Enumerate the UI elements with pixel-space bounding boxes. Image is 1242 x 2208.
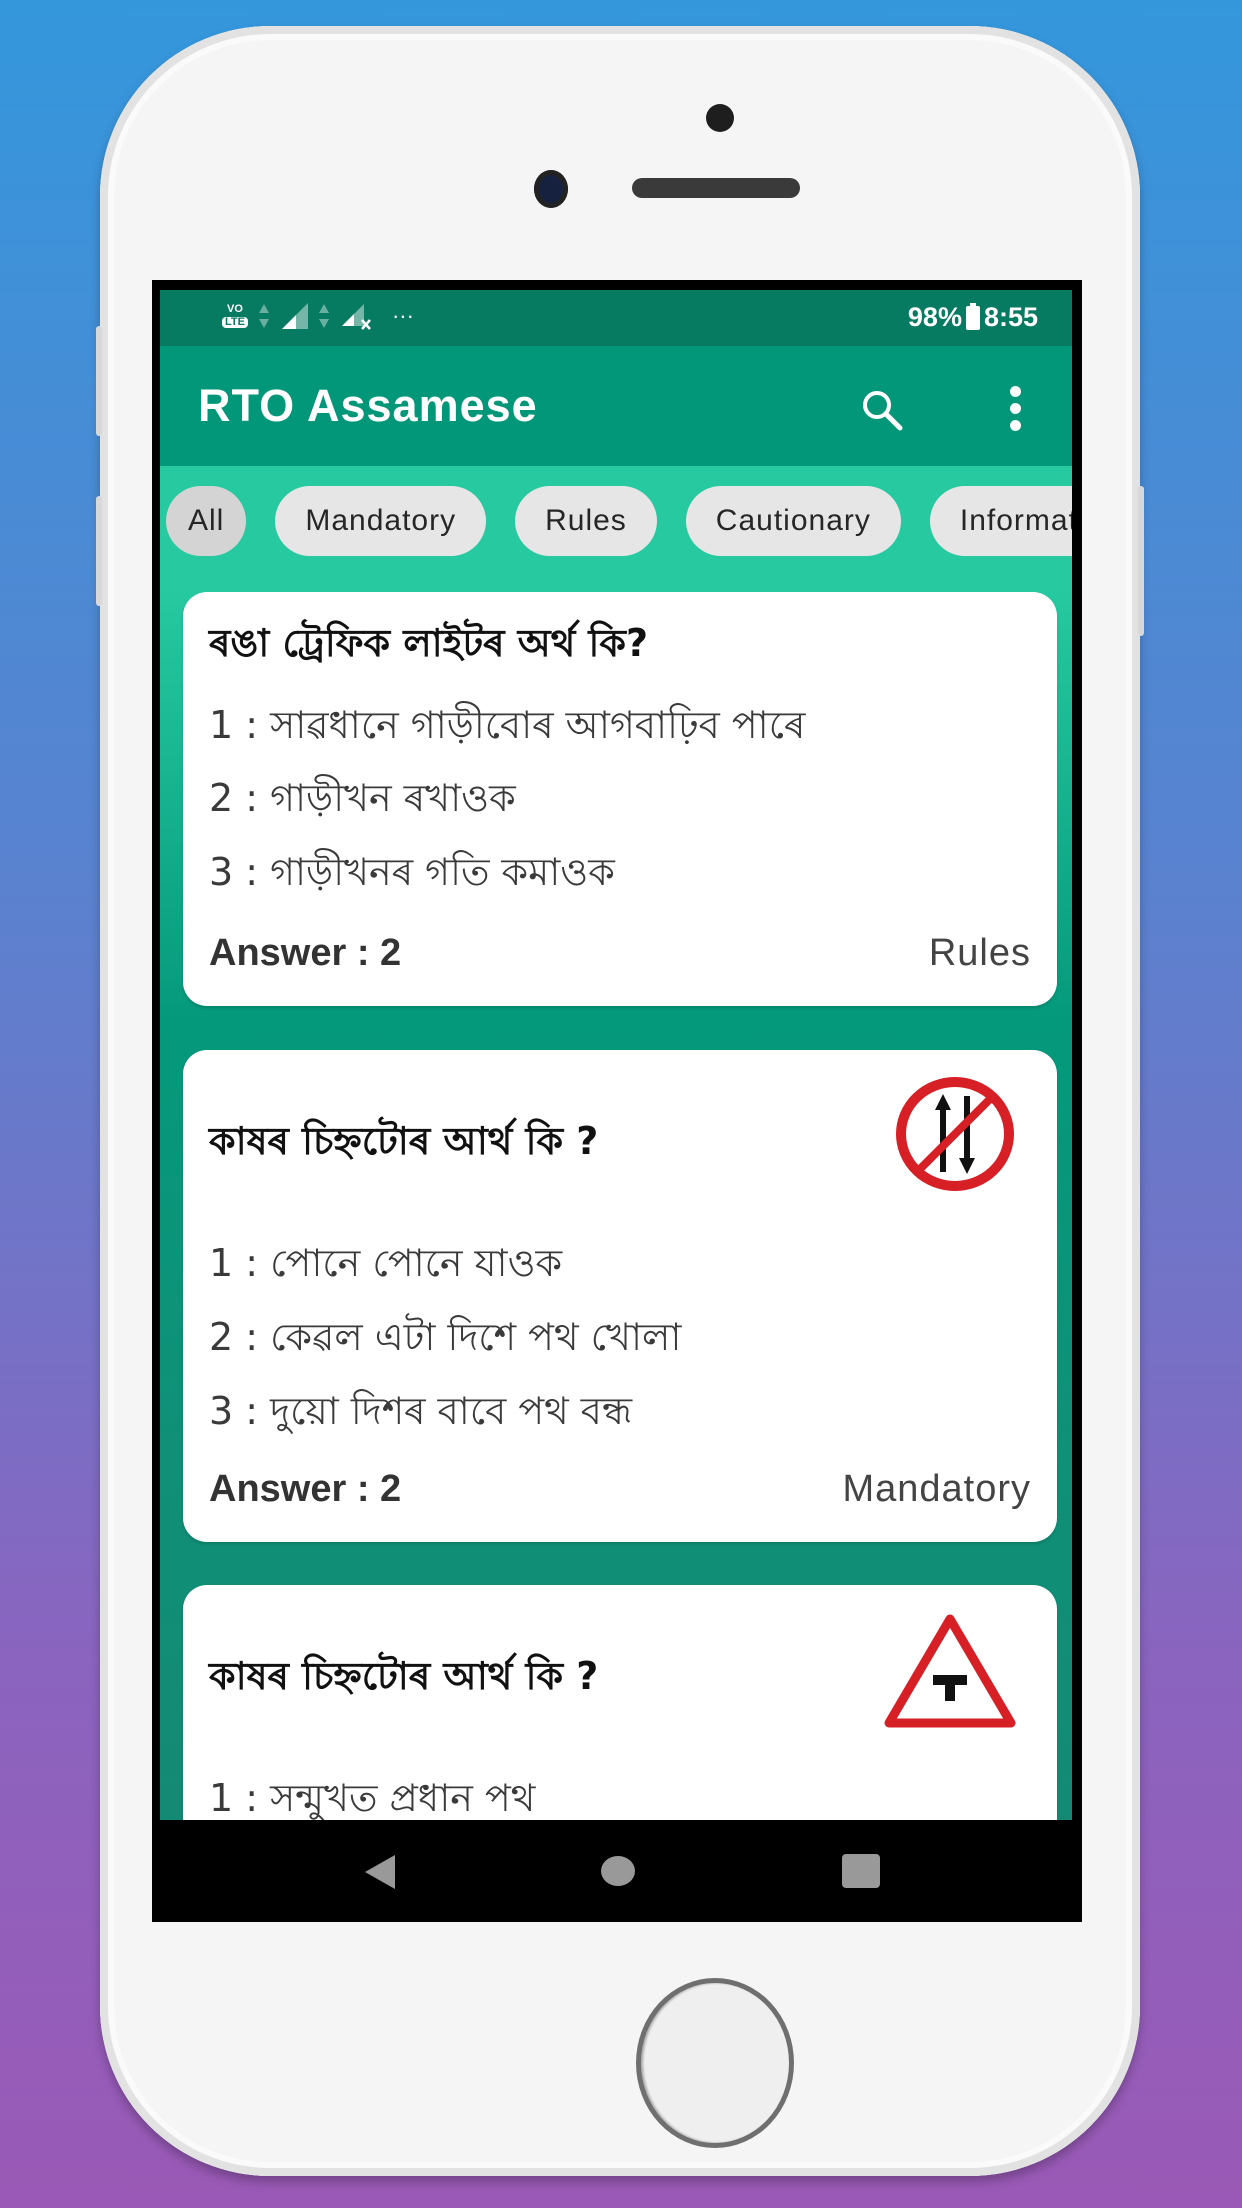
status-left: VO LTE ··· (222, 302, 414, 330)
option-3: 3 : দুয়ো দিশৰ বাবে পথ বন্ধ (209, 1389, 633, 1433)
navigation-bar (152, 1820, 1082, 1922)
question-card[interactable]: কাষৰ চিহ্নটোৰ আৰ্থ কি ? 1 : পোনে পোনে যা… (183, 1050, 1057, 1542)
question-text: কাষৰ চিহ্নটোৰ আৰ্থ কি ? (209, 1654, 599, 1698)
data-arrows-icon (258, 304, 269, 328)
chip-informatory[interactable]: Informatory (929, 486, 1072, 556)
option-1: 1 : পোনে পোনে যাওক (209, 1241, 563, 1285)
category-label: Rules (928, 932, 1031, 974)
search-icon[interactable] (860, 388, 904, 432)
question-text: ৰঙা ট্ৰেফিক লাইটৰ অৰ্থ কি? (209, 621, 649, 665)
volte-label: VO (227, 303, 243, 315)
option-2: 2 : গাড়ীখন ৰখাওক (209, 776, 516, 820)
app-bar: RTO Assamese (160, 346, 1072, 466)
signal-strength-icon (281, 303, 308, 329)
clock: 8:55 (983, 302, 1038, 332)
status-right: 98% 8:55 (908, 302, 1038, 333)
category-filter-bar: All Mandatory Rules Cautionary Informato… (160, 466, 1072, 590)
chip-cautionary[interactable]: Cautionary (685, 486, 901, 556)
option-3: 3 : গাড়ীখনৰ গতি কমাওক (209, 850, 615, 894)
app-screen: VO LTE ··· 98% 8:55 RTO Assamese All Man… (160, 290, 1072, 1820)
no-two-way-traffic-sign-icon (896, 1077, 1014, 1191)
lte-label: LTE (222, 317, 248, 328)
battery-charging-icon (965, 302, 980, 330)
question-card[interactable]: কাষৰ চিহ্নটোৰ আৰ্থ কি ? 1 : সন্মুখত প্ৰধ… (183, 1585, 1057, 1820)
volte-icon: VO LTE (222, 304, 248, 328)
back-icon[interactable] (365, 1855, 395, 1889)
power-button (1138, 486, 1144, 636)
category-label: Mandatory (842, 1468, 1031, 1510)
chip-rules[interactable]: Rules (515, 486, 657, 556)
option-2: 2 : কেৱল এটা দিশে পথ খোলা (209, 1315, 682, 1359)
volume-down-button (96, 496, 102, 606)
major-road-ahead-t-junction-sign-icon (884, 1614, 1016, 1728)
more-notifications-indicator: ··· (391, 303, 414, 328)
app-title: RTO Assamese (198, 380, 538, 431)
option-1: 1 : সাৱধানে গাড়ীবোৰ আগবাঢ়িব পাৰে (209, 703, 806, 747)
question-list[interactable]: ৰঙা ট্ৰেফিক লাইটৰ অৰ্থ কি? 1 : সাৱধানে গ… (160, 590, 1072, 1820)
chip-mandatory[interactable]: Mandatory (275, 486, 487, 556)
recents-icon[interactable] (842, 1854, 880, 1888)
front-camera (534, 170, 568, 208)
battery-percent: 98% (907, 302, 962, 332)
answer-label: Answer : 2 (209, 1468, 402, 1510)
data-arrows-icon-2 (318, 304, 329, 328)
home-hardware-button[interactable] (636, 1978, 794, 2148)
device-screen: VO LTE ··· 98% 8:55 RTO Assamese All Man… (152, 280, 1082, 1922)
proximity-sensor (706, 104, 734, 132)
option-1: 1 : সন্মুখত প্ৰধান পথ (209, 1776, 536, 1820)
answer-label: Answer : 2 (209, 932, 402, 974)
question-text: কাষৰ চিহ্নটোৰ আৰ্থ কি ? (209, 1119, 599, 1163)
home-icon[interactable] (601, 1856, 635, 1886)
question-card[interactable]: ৰঙা ট্ৰেফিক লাইটৰ অৰ্থ কি? 1 : সাৱধানে গ… (183, 592, 1057, 1006)
no-signal-icon (341, 304, 371, 330)
volume-up-button (96, 326, 102, 436)
chip-row: All Mandatory Rules Cautionary Informato… (166, 486, 1072, 556)
status-bar: VO LTE ··· 98% 8:55 (160, 290, 1072, 346)
earpiece-speaker (632, 178, 800, 198)
more-vert-icon[interactable] (1005, 386, 1025, 432)
chip-all[interactable]: All (166, 486, 247, 556)
